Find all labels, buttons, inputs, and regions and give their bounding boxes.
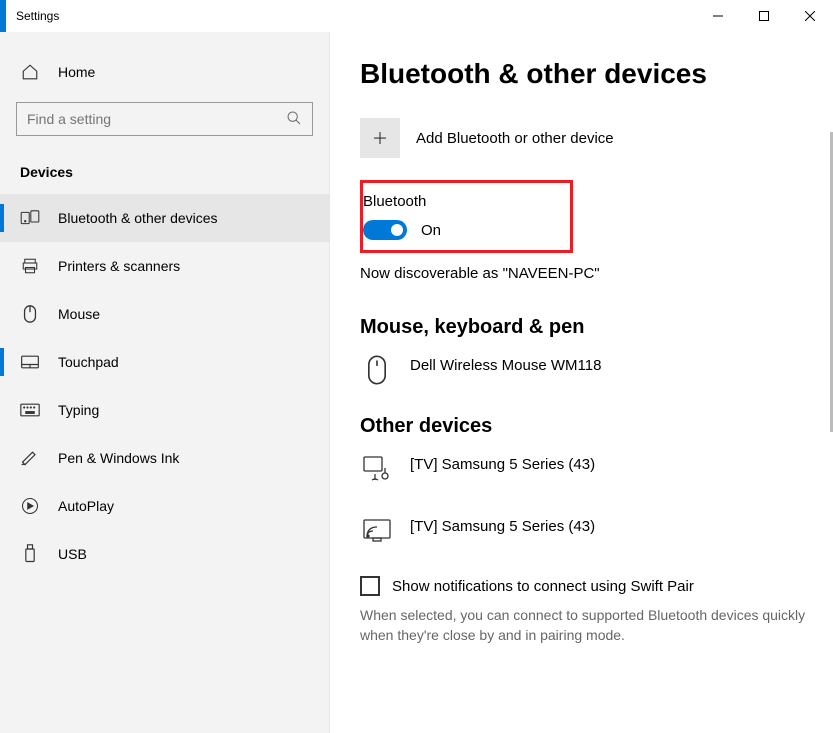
plus-icon [360,118,400,158]
device-label: [TV] Samsung 5 Series (43) [410,518,595,545]
search-icon [286,110,302,129]
sidebar-item-usb[interactable]: USB [0,530,329,578]
sidebar-item-label: Bluetooth & other devices [58,210,218,226]
add-device-label: Add Bluetooth or other device [416,130,614,147]
device-label: [TV] Samsung 5 Series (43) [410,456,595,483]
cast-device-icon [360,514,394,548]
bluetooth-toggle[interactable] [363,220,407,240]
sidebar-item-label: Touchpad [58,354,119,370]
other-devices-header: Other devices [360,415,833,438]
window-controls [695,0,833,32]
content-pane: Bluetooth & other devices Add Bluetooth … [330,32,833,733]
pen-icon [20,448,40,468]
sidebar-item-printers[interactable]: Printers & scanners [0,242,329,290]
mouse-keyboard-pen-header: Mouse, keyboard & pen [360,316,833,339]
home-icon [20,62,40,82]
discoverable-text: Now discoverable as "NAVEEN-PC" [360,265,833,282]
scrollbar[interactable] [829,132,833,733]
media-device-icon [360,452,394,486]
window-title: Settings [6,9,59,23]
usb-icon [20,544,40,564]
search-input[interactable] [27,111,286,127]
minimize-button[interactable] [695,0,741,32]
bluetooth-highlight-box: Bluetooth On [360,180,573,253]
home-label: Home [58,64,95,80]
autoplay-icon [20,496,40,516]
keyboard-icon [20,400,40,420]
device-item-mouse[interactable]: Dell Wireless Mouse WM118 [360,353,833,387]
swift-pair-checkbox-label: Show notifications to connect using Swif… [392,578,694,595]
touchpad-icon [20,352,40,372]
maximize-button[interactable] [741,0,787,32]
search-box[interactable] [16,102,313,136]
sidebar-item-label: Mouse [58,306,100,322]
sidebar: Home Devices Bluetooth & other devices [0,32,330,733]
title-bar: Settings [0,0,833,32]
home-button[interactable]: Home [0,52,329,92]
sidebar-nav-list: Bluetooth & other devices Printers & sca… [0,194,329,578]
sidebar-item-label: USB [58,546,87,562]
sidebar-item-bluetooth[interactable]: Bluetooth & other devices [0,194,329,242]
selection-indicator [0,348,4,376]
sidebar-item-pen[interactable]: Pen & Windows Ink [0,434,329,482]
sidebar-item-touchpad[interactable]: Touchpad [0,338,329,386]
sidebar-item-typing[interactable]: Typing [0,386,329,434]
device-item-tv-2[interactable]: [TV] Samsung 5 Series (43) [360,514,833,548]
swift-pair-description: When selected, you can connect to suppor… [360,606,809,645]
add-device-button[interactable]: Add Bluetooth or other device [360,118,833,158]
mouse-device-icon [360,353,394,387]
toggle-knob [391,224,403,236]
bluetooth-toggle-state: On [421,222,441,239]
sidebar-item-label: Pen & Windows Ink [58,450,179,466]
mouse-icon [20,304,40,324]
close-button[interactable] [787,0,833,32]
bluetooth-devices-icon [20,208,40,228]
sidebar-item-autoplay[interactable]: AutoPlay [0,482,329,530]
sidebar-item-label: Typing [58,402,99,418]
bluetooth-section-label: Bluetooth [363,193,558,210]
sidebar-item-mouse[interactable]: Mouse [0,290,329,338]
device-label: Dell Wireless Mouse WM118 [410,357,601,384]
sidebar-item-label: Printers & scanners [58,258,180,274]
printer-icon [20,256,40,276]
sidebar-category-header: Devices [0,154,329,194]
sidebar-item-label: AutoPlay [58,498,114,514]
swift-pair-checkbox[interactable] [360,576,380,596]
swift-pair-section: Show notifications to connect using Swif… [360,576,833,645]
page-title: Bluetooth & other devices [360,58,833,90]
device-item-tv-1[interactable]: [TV] Samsung 5 Series (43) [360,452,833,486]
